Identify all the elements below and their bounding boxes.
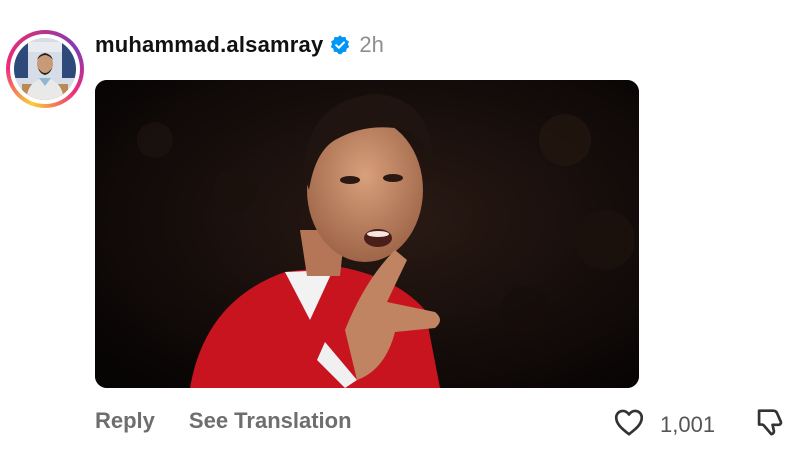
verified-badge-icon — [329, 34, 351, 56]
reply-button[interactable]: Reply — [95, 408, 155, 434]
avatar[interactable] — [6, 30, 84, 108]
avatar-photo — [14, 38, 76, 100]
thumbs-down-outline-icon[interactable] — [752, 405, 786, 439]
see-translation-button[interactable]: See Translation — [189, 408, 352, 434]
comment-header: muhammad.alsamray 2h — [95, 32, 384, 58]
heart-outline-icon[interactable] — [612, 405, 646, 444]
timestamp: 2h — [359, 32, 384, 57]
like-group: 1,001 — [612, 405, 715, 444]
comment-gif-image[interactable] — [95, 80, 639, 388]
like-count[interactable]: 1,001 — [660, 412, 715, 438]
username[interactable]: muhammad.alsamray — [95, 32, 323, 58]
comment-actions: Reply See Translation — [95, 408, 352, 434]
